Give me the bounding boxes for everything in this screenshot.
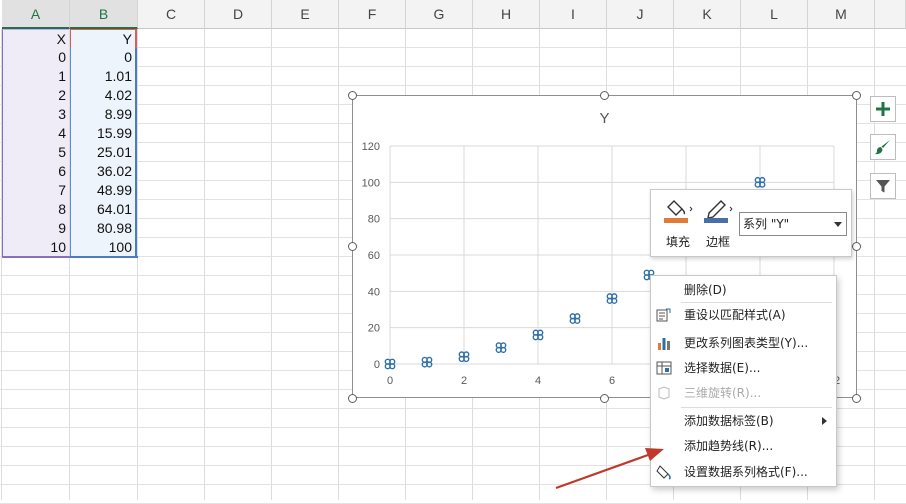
data-point[interactable]	[495, 342, 507, 354]
y-tick-label: 0	[374, 359, 380, 371]
y-tick-label: 80	[368, 214, 380, 226]
context-menu: 删除(D) 重设以匹配样式(A) 更改系列图表类型(Y)... 选择数据(E)... 三…	[650, 275, 837, 487]
format-mini-toolbar: 填充 边框 系列 "Y"	[650, 189, 852, 257]
menu-item-label: 重设以匹配样式(A)	[684, 308, 786, 322]
resize-handle-tc[interactable]	[600, 91, 609, 100]
chevron-down-icon	[834, 222, 842, 227]
chart-styles-button[interactable]	[870, 134, 896, 160]
y-tick-label: 20	[368, 323, 380, 335]
y-tick-label: 60	[368, 250, 380, 262]
menu-item-label: 设置数据系列格式(F)...	[684, 465, 808, 479]
menu-item-label: 选择数据(E)...	[684, 361, 761, 375]
menu-item-3[interactable]: 选择数据(E)...	[651, 356, 836, 380]
x-tick-label: 2	[461, 375, 467, 387]
menu-item-label: 添加趋势线(R)...	[684, 439, 774, 453]
chart-type-icon	[658, 338, 670, 350]
y-tick-label: 120	[362, 141, 380, 153]
x-tick-label: 4	[535, 375, 541, 387]
reset-style-icon	[656, 308, 671, 322]
menu-item-4: 三维旋转(R)...	[651, 381, 836, 405]
border-label: 边框	[705, 235, 730, 249]
chevron-right-icon	[822, 417, 827, 425]
y-tick-label: 40	[368, 286, 380, 298]
format-series-icon	[656, 465, 671, 480]
series-select[interactable]: 系列 "Y"	[739, 212, 847, 236]
menu-item-2[interactable]: 更改系列图表类型(Y)...	[651, 331, 836, 355]
resize-handle-br[interactable]	[852, 394, 861, 403]
menu-item-label: 添加数据标签(B)	[684, 414, 774, 428]
resize-handle-bl[interactable]	[348, 394, 357, 403]
menu-separator	[681, 302, 832, 303]
menu-item-7[interactable]: 设置数据系列格式(F)...	[651, 460, 836, 484]
menu-item-0[interactable]: 删除(D)	[651, 278, 836, 302]
series-select-value: 系列 "Y"	[743, 217, 790, 231]
menu-item-1[interactable]: 重设以匹配样式(A)	[651, 303, 836, 327]
resize-handle-bc[interactable]	[600, 394, 609, 403]
chart-elements-button[interactable]	[870, 96, 896, 122]
x-tick-label: 0	[387, 375, 393, 387]
resize-handle-mr[interactable]	[852, 242, 861, 251]
select-data-icon	[656, 361, 672, 375]
plus-icon	[876, 102, 890, 116]
filter-icon	[876, 180, 890, 193]
fill-label: 填充	[665, 235, 690, 249]
y-tick-label: 100	[362, 177, 380, 189]
menu-item-label: 更改系列图表类型(Y)...	[684, 336, 809, 350]
menu-item-label: 删除(D)	[684, 283, 727, 297]
fill-button[interactable]: 填充	[659, 196, 697, 252]
chart-filters-button[interactable]	[870, 173, 896, 199]
menu-item-6[interactable]: 添加趋势线(R)...	[651, 434, 836, 458]
resize-handle-tr[interactable]	[852, 91, 861, 100]
brush-icon	[875, 140, 890, 155]
menu-separator	[681, 407, 832, 408]
x-tick-label: 6	[609, 375, 615, 387]
paint-bucket-icon	[664, 200, 693, 223]
3d-rotate-icon	[658, 386, 670, 400]
menu-item-5[interactable]: 添加数据标签(B)	[651, 409, 836, 433]
resize-handle-tl[interactable]	[348, 91, 357, 100]
pen-icon	[704, 200, 733, 223]
menu-item-label: 三维旋转(R)...	[684, 386, 762, 400]
data-point[interactable]	[421, 356, 433, 368]
data-point[interactable]	[569, 313, 581, 324]
resize-handle-ml[interactable]	[348, 242, 357, 251]
border-button[interactable]: 边框	[699, 196, 737, 252]
